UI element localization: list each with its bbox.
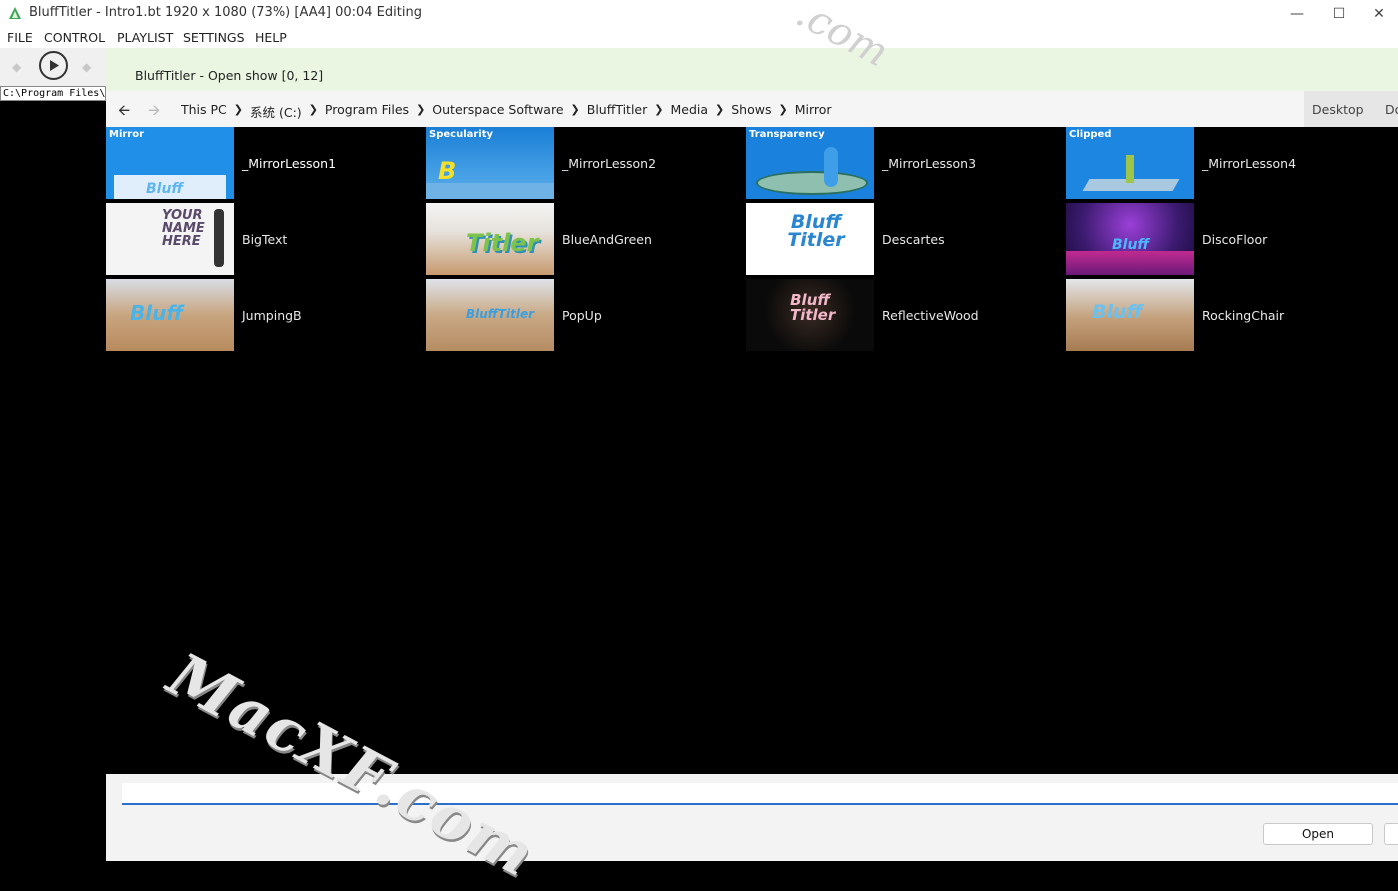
breadcrumb-this-pc[interactable]: This PC — [181, 102, 227, 121]
breadcrumb-shows[interactable]: Shows — [731, 102, 771, 121]
thumbnail: Bluff Titler — [746, 279, 874, 351]
file-item[interactable]: Bluff RockingChair — [1066, 279, 1386, 351]
forward-arrow-icon[interactable]: 🡪 — [148, 100, 160, 125]
thumbnail-word: Bluff — [1112, 237, 1150, 253]
open-button[interactable]: Open — [1263, 823, 1373, 845]
thumbnail-word: Bluff — [146, 181, 184, 197]
dialog-titlebar: BluffTitler - Open show [0, 12] — [106, 48, 1398, 91]
breadcrumb: This PC ❯ 系统 (C:) ❯ Program Files ❯ Outersp… — [181, 102, 839, 121]
thumbnail: Titler — [426, 203, 554, 275]
thumbnail-word: Bluff Titler — [790, 291, 836, 324]
file-name: RockingChair — [1202, 308, 1285, 323]
file-name: _MirrorLesson3 — [882, 156, 977, 171]
quick-access-panel: Desktop Down — [1304, 91, 1398, 127]
file-name: JumpingB — [242, 308, 302, 323]
thumbnail: Bluff — [106, 279, 234, 351]
file-name: _MirrorLesson1 — [242, 156, 337, 171]
thumbnail: Bluff Titler — [746, 203, 874, 275]
blufftitler-logo-icon — [9, 7, 21, 19]
thumbnail: Bluff — [1066, 203, 1194, 275]
file-name: DiscoFloor — [1202, 232, 1268, 247]
minimize-button[interactable]: — — [1274, 0, 1320, 27]
menu-help[interactable]: HELP — [255, 30, 287, 45]
thumbnail-caption: Specularity — [429, 129, 494, 140]
file-item[interactable]: BluffTitler PopUp — [426, 279, 746, 351]
thumbnail: Specularity B — [426, 127, 554, 199]
breadcrumb-outerspace[interactable]: Outerspace Software — [432, 102, 563, 121]
file-name: _MirrorLesson4 — [1202, 156, 1297, 171]
back-arrow-icon[interactable]: 🡨 — [118, 100, 130, 125]
filename-input[interactable] — [122, 783, 1398, 805]
file-name: _MirrorLesson2 — [562, 156, 657, 171]
file-item[interactable]: Clipped _MirrorLesson4 — [1066, 127, 1386, 199]
thumbnail-word: Titler — [466, 229, 539, 257]
thumbnail-word: B — [438, 157, 457, 185]
file-item[interactable]: Mirror Bluff _MirrorLesson1 — [106, 127, 426, 199]
menu-settings[interactable]: SETTINGS — [183, 30, 245, 45]
breadcrumb-media[interactable]: Media — [670, 102, 708, 121]
file-item[interactable]: Bluff DiscoFloor — [1066, 203, 1386, 275]
thumbnail-word: BluffTitler — [466, 307, 534, 321]
thumbnail: Mirror Bluff — [106, 127, 234, 199]
file-item[interactable]: Bluff Titler ReflectiveWood — [746, 279, 1066, 351]
file-name: PopUp — [562, 308, 602, 323]
dialog-footer: Open — [106, 774, 1398, 861]
rewind-icon[interactable]: ◆ — [12, 60, 21, 74]
play-button[interactable] — [39, 51, 68, 80]
file-name: BigText — [242, 232, 288, 247]
address-bar: 🡨 🡪 This PC ❯ 系统 (C:) ❯ Program Files ❯ Out… — [106, 91, 1398, 127]
thumbnail: Clipped — [1066, 127, 1194, 199]
thumbnail-word: Bluff — [1092, 301, 1143, 323]
forward-icon[interactable]: ◆ — [82, 60, 91, 74]
menu-playlist[interactable]: PLAYLIST — [117, 30, 173, 45]
thumbnail-caption: Transparency — [749, 129, 825, 140]
play-icon — [49, 60, 59, 71]
menu-bar: FILE CONTROL PLAYLIST SETTINGS HELP — [0, 27, 1398, 48]
breadcrumb-blufftitler[interactable]: BluffTitler — [587, 102, 648, 121]
breadcrumb-mirror[interactable]: Mirror — [795, 102, 832, 121]
cancel-button[interactable] — [1384, 823, 1398, 845]
file-item[interactable]: Bluff Titler Descartes — [746, 203, 1066, 275]
chevron-right-icon: ❯ — [233, 103, 244, 116]
thumbnail: Bluff — [1066, 279, 1194, 351]
breadcrumb-drive-c[interactable]: 系统 (C:) — [250, 102, 302, 121]
file-name: ReflectiveWood — [882, 308, 979, 323]
dialog-title: BluffTitler - Open show [0, 12] — [135, 68, 324, 83]
file-item[interactable]: Titler BlueAndGreen — [426, 203, 746, 275]
thumbnail-caption: Clipped — [1069, 129, 1112, 140]
thumbnail: YOUR NAME HERE — [106, 203, 234, 275]
chevron-right-icon: ❯ — [654, 103, 664, 116]
file-item[interactable]: YOUR NAME HERE BigText — [106, 203, 426, 275]
chevron-right-icon: ❯ — [308, 103, 318, 116]
close-button[interactable]: ✕ — [1356, 0, 1398, 27]
window-title: BluffTitler - Intro1.bt 1920 x 1080 (73%… — [29, 5, 422, 20]
file-item[interactable]: Bluff JumpingB — [106, 279, 426, 351]
menu-control[interactable]: CONTROL — [44, 30, 105, 45]
chevron-right-icon: ❯ — [570, 103, 580, 116]
quick-access-downloads[interactable]: Down — [1385, 102, 1398, 117]
thumbnail-word: Bluff Titler — [787, 211, 845, 251]
chevron-right-icon: ❯ — [416, 103, 426, 116]
file-name: BlueAndGreen — [562, 232, 652, 247]
path-field[interactable]: C:\Program Files\ — [0, 86, 106, 101]
window-titlebar: BluffTitler - Intro1.bt 1920 x 1080 (73%… — [0, 0, 1398, 27]
breadcrumb-program-files[interactable]: Program Files — [325, 102, 409, 121]
file-name: Descartes — [882, 232, 945, 247]
chevron-right-icon: ❯ — [778, 103, 788, 116]
file-item[interactable]: Transparency _MirrorLesson3 — [746, 127, 1066, 199]
file-item[interactable]: Specularity B _MirrorLesson2 — [426, 127, 746, 199]
chevron-right-icon: ❯ — [715, 103, 725, 116]
thumbnail: BluffTitler — [426, 279, 554, 351]
thumbnail-caption: Mirror — [109, 129, 145, 140]
thumbnail: Transparency — [746, 127, 874, 199]
quick-access-desktop[interactable]: Desktop — [1312, 102, 1364, 117]
thumbnail-word: Bluff — [130, 301, 183, 325]
menu-file[interactable]: FILE — [7, 30, 33, 45]
thumbnail-word: YOUR NAME HERE — [162, 208, 205, 249]
